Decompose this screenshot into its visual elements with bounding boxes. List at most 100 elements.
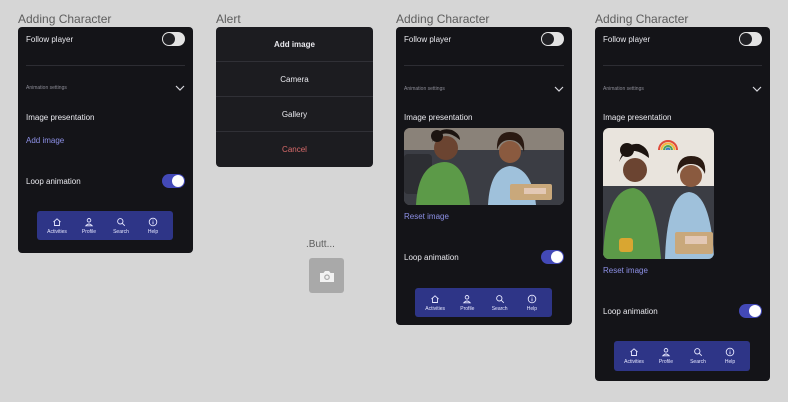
nav-item-profile[interactable]: Profile	[76, 217, 102, 235]
animation-settings-row[interactable]: Animation settings	[26, 82, 185, 94]
alert-gallery-option[interactable]: Gallery	[216, 97, 373, 132]
search-icon	[694, 348, 703, 357]
home-icon	[53, 217, 61, 226]
nav-item-profile[interactable]: Profile	[454, 294, 480, 312]
user-icon	[463, 294, 472, 303]
phone-screen-landscape-image: Follow player Animation settings Image p…	[396, 27, 572, 325]
loop-animation-toggle[interactable]	[541, 250, 564, 264]
add-image-link[interactable]: Add image	[26, 136, 64, 145]
nav-item-activities[interactable]: Activities	[422, 294, 448, 312]
bottom-navigation: Activities Profile Search Help	[415, 288, 552, 317]
follow-player-label: Follow player	[603, 34, 651, 44]
search-icon	[117, 217, 126, 226]
nav-item-help[interactable]: Help	[519, 294, 545, 312]
loop-animation-row: Loop animation	[26, 173, 185, 189]
nav-item-profile[interactable]: Profile	[653, 347, 679, 365]
nav-item-search[interactable]: Search	[685, 347, 711, 365]
frame-title-adding-character-1: Adding Character	[18, 12, 112, 26]
toggle-knob	[163, 33, 175, 45]
toggle-knob	[542, 33, 554, 45]
nav-label: Help	[147, 228, 159, 235]
nav-item-activities[interactable]: Activities	[44, 217, 70, 235]
nav-label: Profile	[81, 228, 97, 235]
info-icon	[527, 294, 537, 303]
nav-item-activities[interactable]: Activities	[621, 347, 647, 365]
character-image-landscape	[404, 128, 564, 205]
alert-title: Add image	[216, 27, 373, 62]
toggle-knob	[172, 175, 184, 187]
divider	[603, 65, 762, 66]
nav-label: Help	[526, 305, 538, 312]
home-icon	[630, 348, 638, 356]
chevron-down-icon	[175, 85, 185, 91]
home-icon	[431, 294, 439, 303]
divider	[404, 65, 564, 66]
divider	[26, 65, 185, 66]
reset-image-link[interactable]: Reset image	[404, 212, 449, 221]
button-component-label: .Butt...	[306, 239, 335, 250]
chevron-down-icon	[752, 86, 762, 92]
toggle-knob	[740, 33, 752, 45]
bottom-navigation: Activities Profile Search Help	[614, 341, 750, 371]
photo-two-women-image	[404, 128, 564, 205]
camera-icon	[319, 270, 334, 282]
follow-player-label: Follow player	[404, 34, 452, 44]
nav-label: Activities	[425, 305, 445, 312]
nav-label: Search	[491, 305, 508, 312]
phone-screen-portrait-image: Follow player Animation settings Image p…	[595, 27, 770, 381]
nav-item-help[interactable]: Help	[717, 347, 743, 365]
animation-settings-label: Animation settings	[603, 86, 644, 92]
follow-player-toggle[interactable]	[541, 32, 564, 46]
image-presentation-label: Image presentation	[26, 113, 95, 122]
nav-label: Help	[724, 359, 736, 365]
nav-item-search[interactable]: Search	[108, 217, 134, 235]
toggle-knob	[749, 305, 761, 317]
nav-label: Activities	[624, 359, 644, 365]
phone-screen-empty: Follow player Animation settings Image p…	[18, 27, 193, 253]
loop-animation-label: Loop animation	[404, 252, 459, 262]
animation-settings-row[interactable]: Animation settings	[603, 83, 762, 95]
loop-animation-label: Loop animation	[26, 176, 81, 186]
photo-two-women-image	[603, 128, 714, 259]
toggle-knob	[551, 251, 563, 263]
character-image-portrait	[603, 128, 714, 259]
alert-camera-option[interactable]: Camera	[216, 62, 373, 97]
frame-title-alert: Alert	[216, 12, 241, 26]
animation-settings-label: Animation settings	[26, 85, 67, 91]
loop-animation-toggle[interactable]	[162, 174, 185, 188]
follow-player-toggle[interactable]	[739, 32, 762, 46]
user-icon	[661, 348, 671, 357]
follow-player-row: Follow player	[404, 31, 564, 47]
nav-item-search[interactable]: Search	[487, 294, 513, 312]
frame-title-adding-character-2: Adding Character	[396, 12, 490, 26]
chevron-down-icon	[554, 86, 564, 92]
camera-button[interactable]	[309, 258, 344, 293]
nav-label: Search	[690, 359, 706, 365]
bottom-navigation: Activities Profile Search Help	[37, 211, 173, 240]
follow-player-row: Follow player	[603, 31, 762, 47]
reset-image-link[interactable]: Reset image	[603, 266, 648, 275]
search-icon	[495, 294, 504, 303]
image-presentation-label: Image presentation	[404, 113, 473, 122]
frame-title-adding-character-3: Adding Character	[595, 12, 689, 26]
alert-cancel-option[interactable]: Cancel	[216, 132, 373, 167]
follow-player-row: Follow player	[26, 31, 185, 47]
loop-animation-row: Loop animation	[603, 303, 762, 319]
animation-settings-label: Animation settings	[404, 86, 445, 92]
image-presentation-label: Image presentation	[603, 113, 672, 122]
follow-player-label: Follow player	[26, 34, 74, 44]
info-icon	[148, 217, 158, 226]
nav-label: Activities	[47, 228, 67, 235]
add-image-alert: Add image Camera Gallery Cancel	[216, 27, 373, 167]
nav-item-help[interactable]: Help	[140, 217, 166, 235]
nav-label: Search	[113, 228, 129, 235]
nav-label: Profile	[460, 305, 475, 312]
user-icon	[84, 217, 94, 226]
animation-settings-row[interactable]: Animation settings	[404, 83, 564, 95]
loop-animation-label: Loop animation	[603, 306, 658, 316]
loop-animation-toggle[interactable]	[739, 304, 762, 318]
nav-label: Profile	[658, 359, 674, 365]
info-icon	[725, 347, 735, 357]
follow-player-toggle[interactable]	[162, 32, 185, 46]
loop-animation-row: Loop animation	[404, 249, 564, 265]
